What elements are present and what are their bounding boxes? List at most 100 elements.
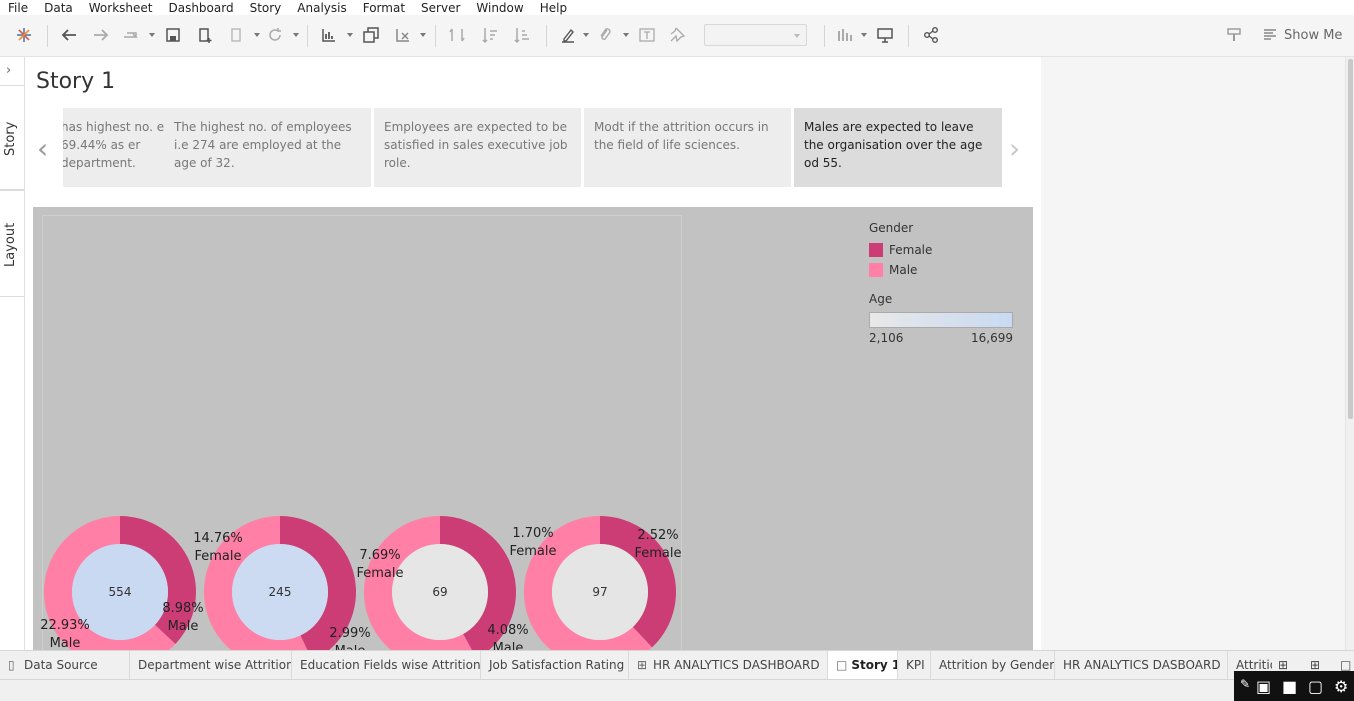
label-icon[interactable] <box>636 24 658 46</box>
menu-window[interactable]: Window <box>468 1 531 15</box>
story-point-3[interactable]: Employees are expected to be satisfied i… <box>374 108 581 187</box>
menu-file[interactable]: File <box>0 1 36 15</box>
tab-education-fields-wise-attrition[interactable]: Education Fields wise Attrition <box>292 651 481 679</box>
donut-4-label-1-pct: 1.70% <box>512 526 553 541</box>
story-point-3-text: Employees are expected to be satisfied i… <box>384 120 568 170</box>
show-me-icon <box>1264 29 1276 40</box>
donut-4-label-2-gender: Female <box>634 546 681 561</box>
donut-4-label-1-gender: Female <box>509 544 556 559</box>
camera-icon[interactable]: ▣ <box>1256 677 1271 696</box>
donut-4-label-2-pct: 2.52% <box>637 528 678 543</box>
menu-server[interactable]: Server <box>413 1 468 15</box>
legend-label-female: Female <box>889 243 933 257</box>
scrollbar-thumb[interactable] <box>1348 59 1353 419</box>
legend-item-male[interactable]: Male <box>869 260 1029 280</box>
layout-pane-tab-label: Layout <box>3 222 18 267</box>
menu-data[interactable]: Data <box>36 1 81 15</box>
age-max-label: 16,699 <box>971 331 1013 345</box>
story-point-4[interactable]: Modt if the attrition occurs in the fiel… <box>584 108 791 187</box>
tab-label: HR ANALYTICS DASBOARD <box>1063 658 1221 672</box>
menu-worksheet[interactable]: Worksheet <box>81 1 161 15</box>
female-swatch <box>869 243 883 257</box>
chart-icon[interactable] <box>834 24 856 46</box>
tab-hr-analytics-dashboard[interactable]: ⊞ HR ANALYTICS DASHBOARD <box>629 651 828 679</box>
tab-job-satisfaction-rating[interactable]: Job Satisfaction Rating <box>481 651 629 679</box>
group-icon[interactable] <box>594 24 616 46</box>
tab-department-wise-attrition[interactable]: Department wise Attrition <box>130 651 292 679</box>
dashboard-icon: ⊞ <box>637 658 648 672</box>
format-painter-icon[interactable] <box>1223 24 1245 46</box>
donut-1-label-1-pct: 8.98% <box>162 601 203 616</box>
pen-icon[interactable]: ✎ <box>1240 677 1250 691</box>
fit-select[interactable] <box>704 24 807 46</box>
sort-descending-icon[interactable] <box>511 24 533 46</box>
donut-1-label-1-gender: Male <box>168 619 199 634</box>
menu-bar: File Data Worksheet Dashboard Story Anal… <box>0 0 1354 15</box>
clear-icon[interactable] <box>392 24 414 46</box>
tab-story-1[interactable]: □ Story 1 <box>828 651 898 679</box>
video-icon[interactable]: ■ <box>1282 677 1297 696</box>
tab-kpi[interactable]: KPI <box>898 651 931 679</box>
replay-icon[interactable] <box>120 24 142 46</box>
menu-dashboard[interactable]: Dashboard <box>160 1 241 15</box>
tab-data-source[interactable]: ▯ Data Source <box>0 651 130 679</box>
story-point-4-text: Modt if the attrition occurs in the fiel… <box>594 120 769 152</box>
show-me-label: Show Me <box>1284 27 1343 43</box>
story-title[interactable]: Story 1 <box>36 69 115 94</box>
tab-label: Education Fields wise Attrition <box>300 658 481 672</box>
swap-icon[interactable] <box>446 24 468 46</box>
male-swatch <box>869 263 883 277</box>
next-point-icon[interactable]: › <box>1009 135 1020 163</box>
highlight-icon[interactable] <box>557 24 579 46</box>
gender-legend-title: Gender <box>869 221 914 235</box>
donut-4-center-value: 97 <box>592 585 607 599</box>
show-me-button[interactable]: Show Me <box>1262 24 1342 46</box>
settings-icon[interactable]: ⚙ <box>1334 677 1348 696</box>
story-point-5[interactable]: Males are expected to leave the organisa… <box>794 108 1002 187</box>
new-datasource-icon[interactable] <box>194 24 216 46</box>
sheet-tab-bar: ▯ Data Source Department wise Attrition … <box>0 650 1354 679</box>
donut-2-label-1-pct: 14.76% <box>193 531 243 546</box>
vertical-scrollbar[interactable] <box>1345 57 1354 650</box>
donut-3-center-value: 69 <box>432 585 447 599</box>
refresh-icon[interactable] <box>264 24 286 46</box>
story-pane-tab[interactable]: Story <box>0 85 25 190</box>
save-icon[interactable] <box>162 24 184 46</box>
new-worksheet-icon[interactable] <box>318 24 340 46</box>
pause-icon[interactable] <box>226 24 248 46</box>
layout-pane-tab[interactable]: Layout <box>0 190 25 297</box>
story-point-2[interactable]: The highest no. of employees i.e 274 are… <box>164 108 371 187</box>
menu-analysis[interactable]: Analysis <box>289 1 354 15</box>
tab-label: Data Source <box>24 658 98 672</box>
donut-3-label-2-pct: 4.08% <box>487 623 528 638</box>
age-legend-title: Age <box>869 292 893 306</box>
donut-1-label-2-gender: Male <box>50 636 81 650</box>
legend-panel: Gender Female Male Age 2,106 16,699 <box>869 221 1029 345</box>
tab-label: KPI <box>906 658 925 672</box>
tab-attrition-by-gender[interactable]: Attrition by Gender <box>931 651 1055 679</box>
tableau-logo-icon[interactable] <box>13 24 35 46</box>
menu-format[interactable]: Format <box>355 1 413 15</box>
window-icon[interactable]: ▢ <box>1308 677 1323 696</box>
undo-icon[interactable] <box>58 24 80 46</box>
menu-story[interactable]: Story <box>242 1 290 15</box>
share-icon[interactable] <box>920 24 942 46</box>
legend-item-female[interactable]: Female <box>869 240 1029 260</box>
sort-ascending-icon[interactable] <box>479 24 501 46</box>
previous-point-icon[interactable]: ‹ <box>37 135 48 163</box>
age-color-ramp <box>869 312 1013 328</box>
redo-icon[interactable] <box>90 24 112 46</box>
duplicate-icon[interactable] <box>360 24 382 46</box>
recording-overlay: ✎ ▣ ■ ▢ ⚙ <box>1234 671 1354 701</box>
tab-hr-analytics-dasboard[interactable]: HR ANALYTICS DASBOARD <box>1055 651 1228 679</box>
story-point-5-text: Males are expected to leave the organisa… <box>804 120 983 170</box>
datasource-icon: ▯ <box>8 658 15 672</box>
tab-label: Story 1 <box>851 658 898 672</box>
tab-label: Job Satisfaction Rating <box>489 658 625 672</box>
menu-help[interactable]: Help <box>532 1 575 15</box>
story-points-strip: has highest no. e 69.44% as er departmen… <box>63 108 1003 187</box>
expand-pane-icon[interactable]: › <box>6 63 11 78</box>
pin-icon[interactable] <box>666 24 688 46</box>
presentation-icon[interactable] <box>874 24 896 46</box>
toolbar: Show Me <box>0 15 1354 57</box>
